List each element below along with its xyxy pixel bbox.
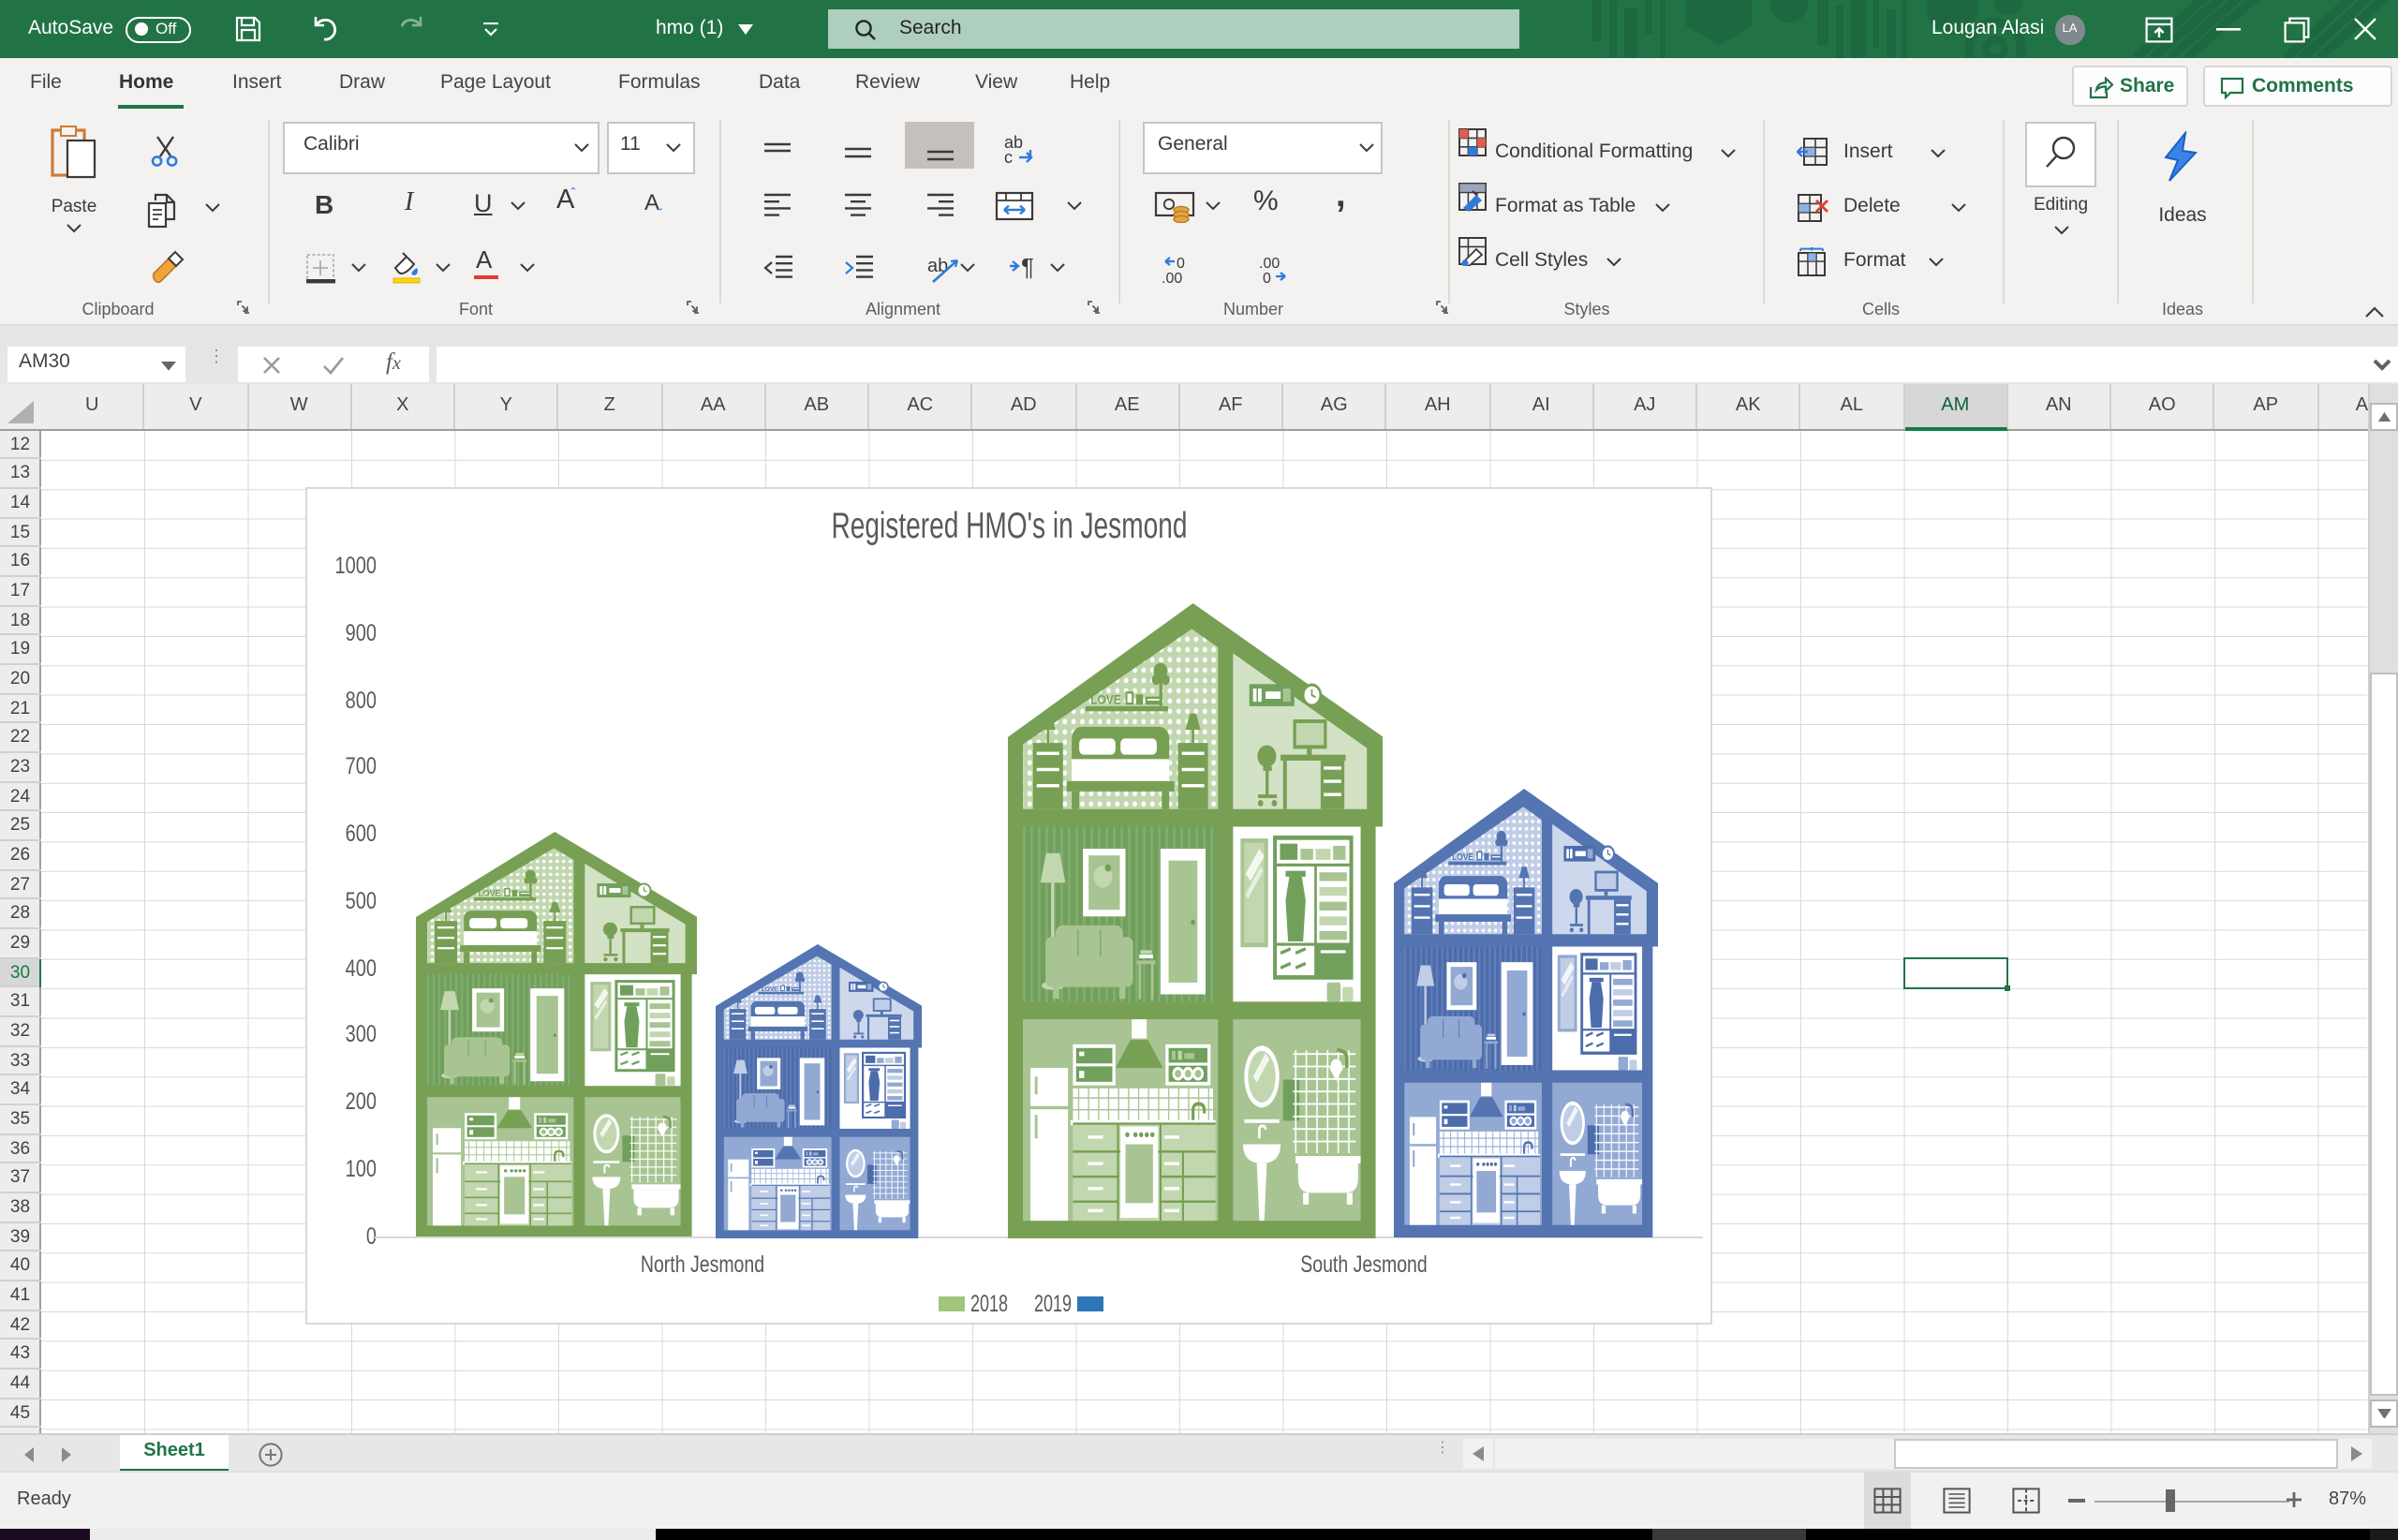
svg-text:0: 0 bbox=[1263, 271, 1271, 285]
svg-text:¶: ¶ bbox=[1021, 253, 1034, 281]
svg-text:.00: .00 bbox=[1162, 271, 1182, 285]
svg-text:0: 0 bbox=[1177, 256, 1185, 272]
svg-text:.00: .00 bbox=[1259, 256, 1280, 272]
svg-text:c: c bbox=[1004, 148, 1013, 167]
svg-text:ab: ab bbox=[927, 256, 948, 276]
